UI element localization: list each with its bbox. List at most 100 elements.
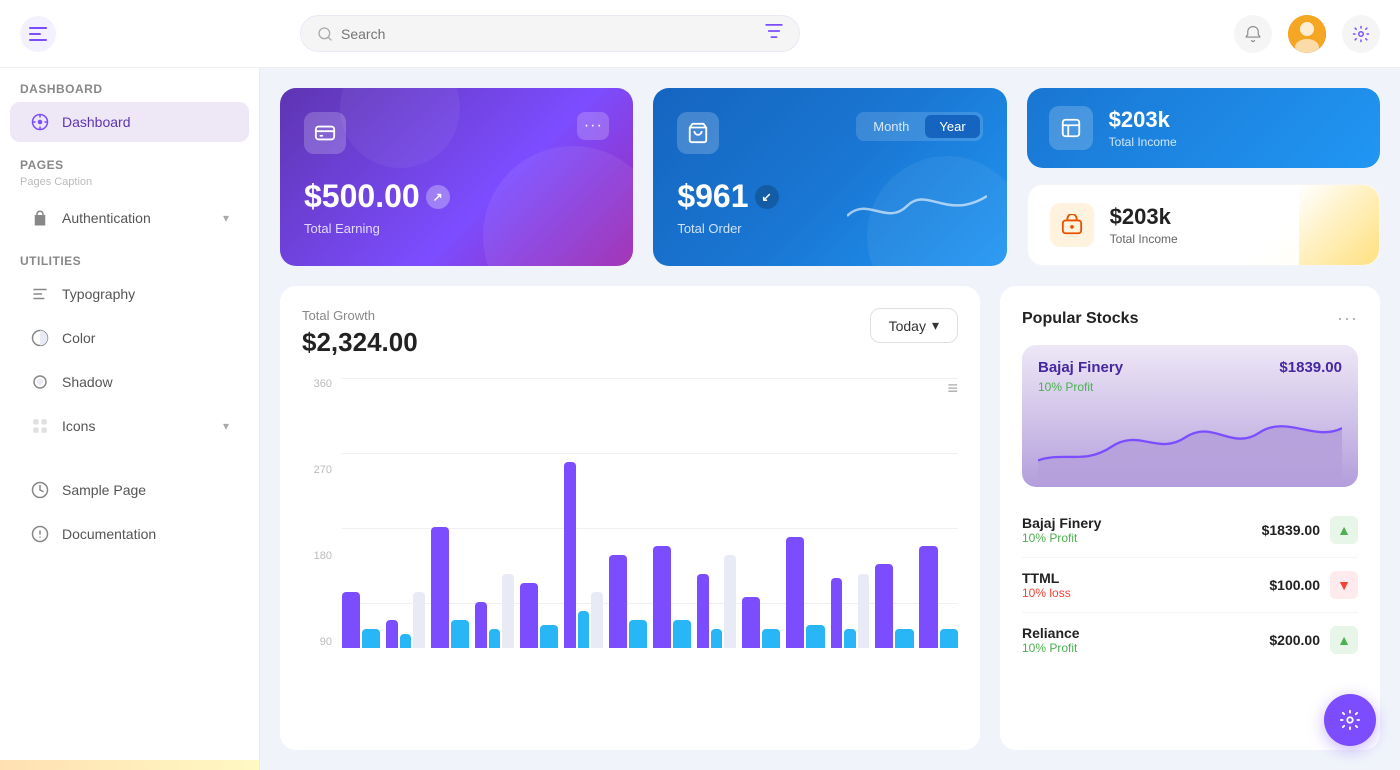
bar-group bbox=[831, 388, 869, 648]
chart-bars bbox=[342, 378, 958, 648]
bar-cyan bbox=[400, 634, 411, 648]
year-toggle-button[interactable]: Year bbox=[925, 115, 979, 138]
auth-icon bbox=[30, 208, 50, 228]
sidebar-item-sample-page[interactable]: Sample Page bbox=[10, 470, 249, 510]
bar-cyan bbox=[578, 611, 589, 648]
notification-button[interactable] bbox=[1234, 15, 1272, 53]
settings-button[interactable] bbox=[1342, 15, 1380, 53]
bottom-row: Total Growth $2,324.00 Today ▾ ≡ bbox=[280, 286, 1380, 750]
bar-cyan bbox=[673, 620, 691, 648]
bar-cyan bbox=[844, 629, 855, 648]
bar-cyan bbox=[489, 629, 500, 648]
bar-purple bbox=[342, 592, 360, 648]
bell-icon bbox=[1244, 25, 1262, 43]
bar-light bbox=[502, 574, 513, 648]
bar-cyan bbox=[362, 629, 380, 648]
earning-more-button[interactable]: ··· bbox=[577, 112, 609, 140]
sidebar-item-shadow-label: Shadow bbox=[62, 374, 113, 390]
sidebar-item-icons[interactable]: Icons ▾ bbox=[10, 406, 249, 446]
hamburger-button[interactable] bbox=[20, 16, 56, 52]
bar-group bbox=[342, 388, 380, 648]
authentication-chevron: ▾ bbox=[223, 211, 229, 225]
growth-card: Total Growth $2,324.00 Today ▾ ≡ bbox=[280, 286, 980, 750]
fab-settings[interactable] bbox=[1324, 694, 1376, 746]
featured-stock-header: Bajaj Finery $1839.00 bbox=[1038, 359, 1342, 376]
growth-amount: $2,324.00 bbox=[302, 327, 418, 358]
icons-chevron: ▾ bbox=[223, 419, 229, 433]
bar-group bbox=[697, 388, 735, 648]
sidebar-item-dashboard[interactable]: Dashboard bbox=[10, 102, 249, 142]
stock-list-item: Bajaj Finery 10% Profit $1839.00 ▲ bbox=[1022, 503, 1358, 558]
avatar[interactable] bbox=[1288, 15, 1326, 53]
stock-name: TTML bbox=[1022, 570, 1269, 586]
filter-icon[interactable] bbox=[765, 24, 783, 43]
main-content: ··· $500.00 ↗ Total Earning bbox=[260, 68, 1400, 770]
stock-info: Bajaj Finery 10% Profit bbox=[1022, 515, 1262, 545]
period-toggle: Month Year bbox=[856, 112, 982, 141]
sidebar-item-authentication[interactable]: Authentication ▾ bbox=[10, 198, 249, 238]
bar-purple bbox=[831, 578, 842, 648]
bar-cyan bbox=[762, 629, 780, 648]
search-bar bbox=[300, 15, 800, 52]
header-right bbox=[1234, 15, 1380, 53]
sidebar-item-sample-page-label: Sample Page bbox=[62, 482, 146, 498]
stock-name: Bajaj Finery bbox=[1022, 515, 1262, 531]
bar-purple bbox=[520, 583, 538, 648]
order-card-header: Month Year bbox=[677, 112, 982, 154]
stocks-header: Popular Stocks ··· bbox=[1022, 308, 1358, 329]
bar-purple bbox=[431, 527, 449, 648]
chart-area: ≡ 90 180 270 360 bbox=[302, 378, 958, 678]
sidebar-item-documentation-label: Documentation bbox=[62, 526, 156, 542]
bar-group bbox=[475, 388, 513, 648]
pages-caption: Pages Caption bbox=[0, 176, 259, 196]
featured-stock-price: $1839.00 bbox=[1279, 359, 1342, 376]
bar-purple bbox=[919, 546, 937, 648]
income-yellow-label: Total Income bbox=[1110, 232, 1178, 246]
sidebar-item-typography[interactable]: Typography bbox=[10, 274, 249, 314]
header-left bbox=[20, 16, 280, 52]
earning-card-header: ··· bbox=[304, 112, 609, 154]
stock-trend-badge: ▲ bbox=[1330, 626, 1358, 654]
stock-price: $1839.00 bbox=[1262, 522, 1320, 538]
stocks-card: Popular Stocks ··· Bajaj Finery $1839.00… bbox=[1000, 286, 1380, 750]
dashboard-section-label: Dashboard bbox=[0, 68, 259, 100]
income-blue-label: Total Income bbox=[1109, 135, 1177, 149]
stocks-more-button[interactable]: ··· bbox=[1337, 308, 1358, 329]
sidebar-item-typography-label: Typography bbox=[62, 286, 135, 302]
bar-group bbox=[653, 388, 691, 648]
bar-light bbox=[858, 574, 869, 648]
sidebar-item-shadow[interactable]: Shadow bbox=[10, 362, 249, 402]
utilities-section-label: Utilities bbox=[0, 240, 259, 272]
today-button[interactable]: Today ▾ bbox=[870, 308, 958, 343]
earning-trend-badge: ↗ bbox=[426, 185, 450, 209]
bar-light bbox=[413, 592, 424, 648]
y-label-360: 360 bbox=[302, 378, 338, 390]
stock-list-item: Reliance 10% Profit $200.00 ▲ bbox=[1022, 613, 1358, 667]
pages-section-label: Pages bbox=[0, 144, 259, 176]
search-input[interactable] bbox=[341, 26, 757, 42]
stock-trend-badge: ▲ bbox=[1330, 516, 1358, 544]
bar-purple bbox=[386, 620, 397, 648]
sample-page-icon bbox=[30, 480, 50, 500]
bar-group bbox=[786, 388, 824, 648]
stock-price: $100.00 bbox=[1269, 577, 1320, 593]
stock-price: $200.00 bbox=[1269, 632, 1320, 648]
income-cards-col: $203k Total Income bbox=[1027, 88, 1380, 266]
search-icon bbox=[317, 26, 333, 42]
month-toggle-button[interactable]: Month bbox=[859, 115, 923, 138]
bar-light bbox=[724, 555, 735, 648]
dashboard-icon bbox=[30, 112, 50, 132]
stocks-title: Popular Stocks bbox=[1022, 310, 1138, 328]
featured-stock-name: Bajaj Finery bbox=[1038, 359, 1123, 376]
growth-header: Total Growth $2,324.00 Today ▾ bbox=[302, 308, 958, 358]
bar-purple bbox=[875, 564, 893, 648]
income-yellow-info: $203k Total Income bbox=[1110, 204, 1178, 246]
sidebar-item-authentication-label: Authentication bbox=[62, 210, 151, 226]
stock-list: Bajaj Finery 10% Profit $1839.00 ▲ TTML … bbox=[1022, 503, 1358, 667]
sidebar-item-color[interactable]: Color bbox=[10, 318, 249, 358]
sidebar-item-icons-label: Icons bbox=[62, 418, 95, 434]
sidebar-item-documentation[interactable]: Documentation bbox=[10, 514, 249, 554]
header bbox=[0, 0, 1400, 68]
color-icon bbox=[30, 328, 50, 348]
bar-cyan bbox=[451, 620, 469, 648]
